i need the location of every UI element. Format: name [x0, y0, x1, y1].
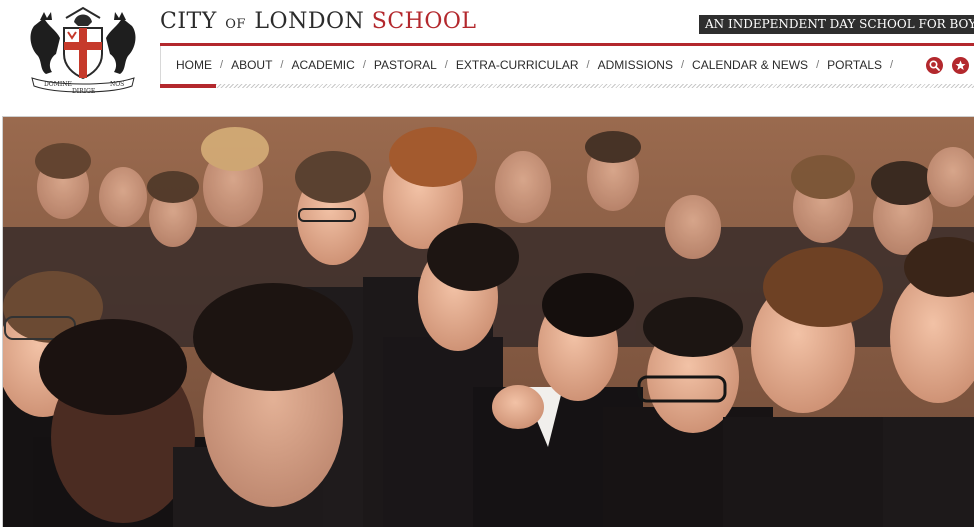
nav-separator: /	[680, 59, 685, 71]
nav-bottom-hatch	[216, 84, 974, 88]
site-title-city: CITY	[160, 9, 217, 34]
nav-item-admissions[interactable]: ADMISSIONS	[598, 58, 673, 72]
school-crest-logo[interactable]: DOMINE NOS DIRIGE	[26, 4, 140, 96]
site-title[interactable]: CITY OF LONDON SCHOOL	[160, 9, 477, 34]
nav-item-calendar-news[interactable]: CALENDAR & NEWS	[692, 58, 808, 72]
nav-item-pastoral[interactable]: PASTORAL	[374, 58, 437, 72]
nav-separator: /	[280, 59, 284, 71]
nav-separator: /	[362, 59, 366, 71]
tagline-banner: AN INDEPENDENT DAY SCHOOL FOR BOYS	[699, 15, 974, 34]
nav-item-portals[interactable]: PORTALS	[827, 58, 882, 72]
motto-left-text: DOMINE	[44, 81, 72, 88]
nav-separator: /	[220, 59, 224, 71]
nav-item-academic[interactable]: ACADEMIC	[291, 58, 354, 72]
nav-separator: /	[816, 59, 820, 71]
nav-item-extra-curricular[interactable]: EXTRA-CURRICULAR	[456, 58, 579, 72]
nav-separator: /	[444, 59, 448, 71]
crest-emblem: DOMINE NOS DIRIGE	[30, 6, 136, 95]
nav-separator: /	[890, 59, 894, 71]
motto-right-text: NOS	[110, 81, 124, 88]
nav-item-about[interactable]: ABOUT	[231, 58, 272, 72]
hero-photo	[2, 116, 974, 527]
motto-bottom-text: DIRIGE	[72, 88, 95, 95]
search-button[interactable]	[926, 57, 943, 74]
hero-image-students-assembly	[3, 117, 974, 527]
favourites-button[interactable]	[952, 57, 969, 74]
search-icon	[929, 60, 940, 71]
nav-bottom-accent	[160, 84, 216, 88]
site-title-london: LONDON	[254, 9, 365, 34]
site-title-of: OF	[225, 17, 246, 32]
site-title-school: SCHOOL	[371, 9, 477, 34]
main-navigation: HOME / ABOUT / ACADEMIC / PASTORAL / EXT…	[176, 57, 901, 73]
nav-separator: /	[586, 59, 590, 71]
nav-item-home[interactable]: HOME	[176, 58, 212, 72]
star-icon	[955, 60, 966, 70]
